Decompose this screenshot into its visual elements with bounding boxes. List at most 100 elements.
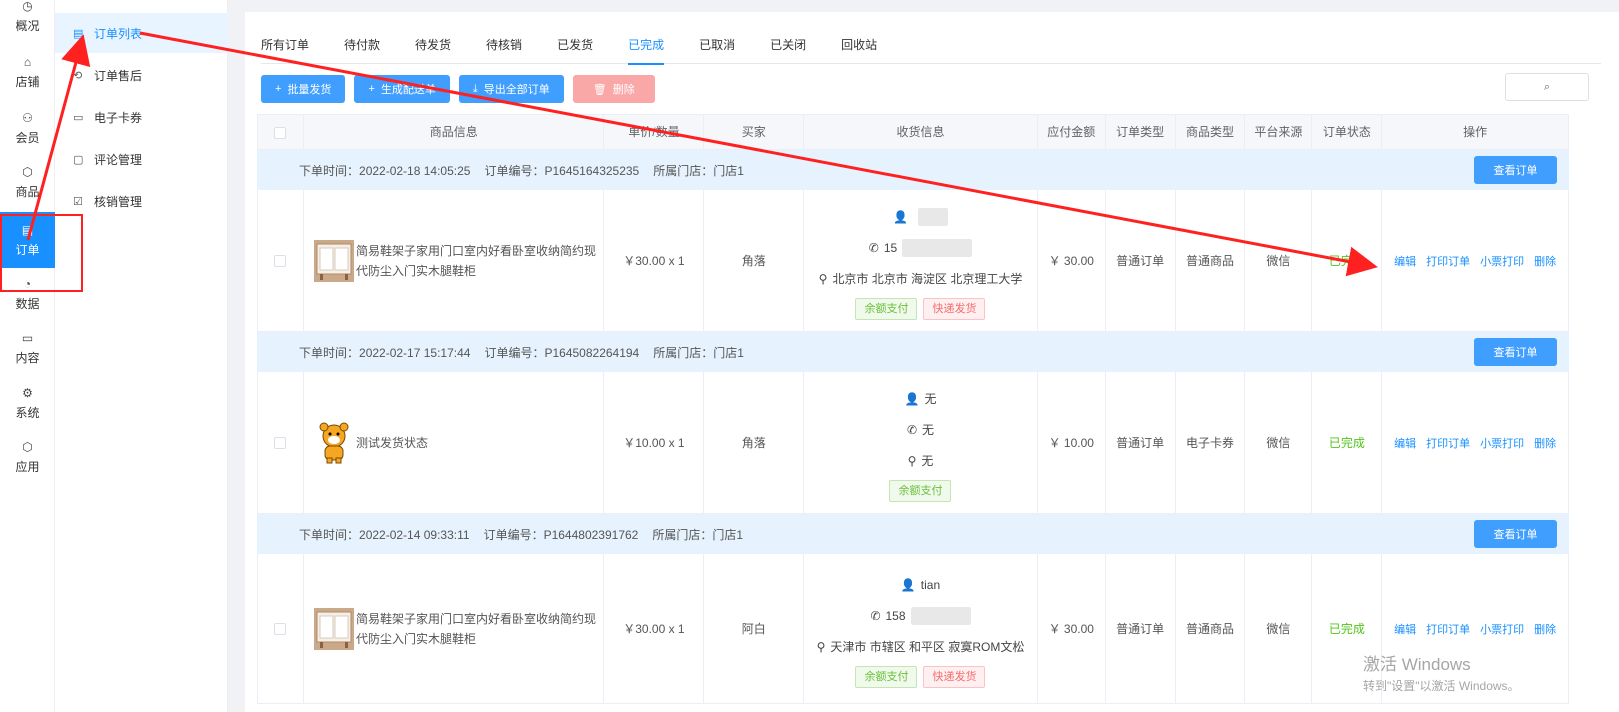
tiger-thumbnail[interactable] — [314, 422, 354, 464]
print-receipt-link[interactable]: 小票打印 — [1480, 435, 1524, 451]
nav-system[interactable]: ⚙ 系统 — [0, 375, 55, 431]
delete-link[interactable]: 删除 — [1534, 621, 1556, 637]
receiver-cell: 👤 无 ✆ 无 ⚲ 无 余额支付 — [804, 372, 1038, 513]
print-receipt-link[interactable]: 小票打印 — [1480, 621, 1524, 637]
order-tags: 余额支付 — [889, 480, 952, 502]
edit-link[interactable]: 编辑 — [1394, 253, 1416, 269]
label: 所属门店： — [653, 163, 714, 178]
edit-link[interactable]: 编辑 — [1394, 621, 1416, 637]
tab-pending-verification[interactable]: 待核销 — [486, 34, 522, 64]
value: 2022-02-18 14:05:25 — [359, 163, 471, 178]
nav-order[interactable]: ▤ 订单 — [0, 212, 55, 268]
batch-ship-button[interactable]: + 批量发货 — [261, 75, 346, 103]
button-label: 批量发货 — [287, 84, 332, 96]
submenu-order-list[interactable]: ▤ 订单列表 — [55, 13, 228, 53]
shoe-cabinet-thumbnail[interactable] — [313, 607, 354, 650]
submenu-label: 核销管理 — [94, 194, 143, 209]
order-type: 普通订单 — [1106, 190, 1176, 331]
row-checkbox[interactable] — [274, 436, 287, 449]
goods-name[interactable]: 测试发货状态 — [356, 433, 601, 453]
row-checkbox[interactable] — [274, 622, 287, 635]
select-all-checkbox[interactable] — [274, 126, 287, 139]
store-icon: ⌂ — [23, 54, 32, 69]
print-order-link[interactable]: 打印订单 — [1426, 621, 1470, 637]
tab-all[interactable]: 所有订单 — [261, 34, 309, 64]
receiver-address-line: ⚲ 无 — [908, 445, 934, 476]
goods-name[interactable]: 简易鞋架子家用门口室内好看卧室收纳简约现代防尘入门实木腿鞋柜 — [356, 241, 601, 281]
receiver-phone: 无 — [922, 423, 935, 437]
nav-overview[interactable]: ◷ 概况 — [0, 0, 55, 44]
receiver-name: tian — [920, 577, 941, 592]
submenu-label: 订单列表 — [94, 26, 143, 41]
receiver-phone: 15 — [883, 240, 898, 255]
submenu-after-sale[interactable]: ⟲ 订单售后 — [55, 55, 228, 95]
receiver-address: 天津市 市辖区 和平区 寂寞ROM文松 — [830, 640, 1025, 654]
receiver-phone-line: ✆ 158 — [870, 600, 971, 631]
tab-recycle-bin[interactable]: 回收站 — [841, 34, 877, 64]
buyer: 角落 — [704, 190, 805, 331]
goods-type: 普通商品 — [1176, 554, 1246, 703]
nav-store[interactable]: ⌂ 店铺 — [0, 44, 55, 100]
order-time: 下单时间：2022-02-18 14:05:25 — [299, 162, 470, 179]
amount: ￥ 10.00 — [1038, 372, 1106, 513]
print-order-link[interactable]: 打印订单 — [1426, 435, 1470, 451]
goods-type: 电子卡券 — [1176, 372, 1246, 513]
order-no: 订单编号：P1644802391762 — [484, 526, 639, 543]
toolbar: + 批量发货 + 生成配送单 ⤓ 导出全部订单 🗑 删除 — [261, 75, 664, 103]
cube-icon: ⬡ — [22, 439, 33, 454]
order-status-tabs: 所有订单 待付款 待发货 待核销 已发货 已完成 已取消 已关闭 回收站 — [261, 34, 1601, 65]
submenu-label: 电子卡券 — [94, 110, 143, 125]
tab-pending-shipment[interactable]: 待发货 — [415, 34, 451, 64]
receiver-address-line: ⚲ 北京市 北京市 海淀区 北京理工大学 — [819, 263, 1023, 294]
view-order-button[interactable]: 查看订单 — [1474, 520, 1557, 548]
order-table: 商品信息 单价/数量 买家 收货信息 应付金额 订单类型 商品类型 平台来源 订… — [257, 114, 1569, 704]
label: 所属门店： — [653, 345, 714, 360]
price-qty: ￥30.00 x 1 — [604, 190, 705, 331]
tab-shipped[interactable]: 已发货 — [557, 34, 593, 64]
nav-member[interactable]: ⚇ 会员 — [0, 100, 55, 156]
tab-cancelled[interactable]: 已取消 — [699, 34, 735, 64]
order-time: 下单时间：2022-02-14 09:33:11 — [299, 526, 470, 543]
goods-type: 普通商品 — [1176, 190, 1246, 331]
submenu-verification[interactable]: ☑ 核销管理 — [55, 181, 228, 221]
print-order-link[interactable]: 打印订单 — [1426, 253, 1470, 269]
price-qty: ￥10.00 x 1 — [604, 372, 705, 513]
nav-goods[interactable]: ⬡ 商品 — [0, 154, 55, 210]
shoe-cabinet-thumbnail[interactable] — [313, 239, 354, 282]
nav-apps[interactable]: ⬡ 应用 — [0, 429, 55, 485]
order-no: 订单编号：P1645164325235 — [484, 162, 639, 179]
value: P1645164325235 — [544, 163, 640, 178]
nav-content[interactable]: ▭ 内容 — [0, 320, 55, 376]
phone-icon: ✆ — [870, 608, 881, 623]
label: 所属门店： — [652, 527, 713, 542]
search-button[interactable]: ⌕ — [1505, 73, 1589, 101]
receiver-name-line: 👤 tian — [901, 569, 940, 600]
receiver-address: 无 — [921, 454, 934, 468]
payment-tag: 余额支付 — [889, 480, 952, 502]
generate-delivery-button[interactable]: + 生成配送单 — [354, 75, 450, 103]
delete-link[interactable]: 删除 — [1534, 253, 1556, 269]
refund-icon: ⟲ — [73, 69, 83, 82]
submenu-e-card[interactable]: ▭ 电子卡券 — [55, 97, 228, 137]
row-checkbox[interactable] — [274, 254, 287, 267]
tab-closed[interactable]: 已关闭 — [770, 34, 806, 64]
delete-link[interactable]: 删除 — [1534, 435, 1556, 451]
edit-link[interactable]: 编辑 — [1394, 435, 1416, 451]
windows-activation-watermark: 激活 Windows 转到"设置"以激活 Windows。 — [1363, 650, 1520, 694]
tab-completed[interactable]: 已完成 — [628, 34, 665, 65]
delete-button[interactable]: 🗑 删除 — [572, 75, 655, 103]
masked-phone — [910, 606, 971, 625]
export-all-button[interactable]: ⤓ 导出全部订单 — [458, 75, 564, 103]
print-receipt-link[interactable]: 小票打印 — [1480, 253, 1524, 269]
nav-data[interactable]: ◔ 数据 — [0, 266, 55, 322]
tab-pending-payment[interactable]: 待付款 — [344, 34, 380, 64]
order-status: 已完成 — [1312, 372, 1383, 513]
masked-phone — [902, 238, 973, 257]
view-order-button[interactable]: 查看订单 — [1474, 156, 1557, 184]
order-header: 下单时间：2022-02-17 15:17:44 订单编号：P164508226… — [257, 332, 1569, 372]
view-order-button[interactable]: 查看订单 — [1474, 338, 1557, 366]
col-goods-type: 商品类型 — [1176, 115, 1246, 149]
goods-name[interactable]: 简易鞋架子家用门口室内好看卧室收纳简约现代防尘入门实木腿鞋柜 — [356, 609, 601, 649]
select-all-cell — [258, 115, 304, 149]
submenu-comments[interactable]: ▢ 评论管理 — [55, 139, 228, 179]
